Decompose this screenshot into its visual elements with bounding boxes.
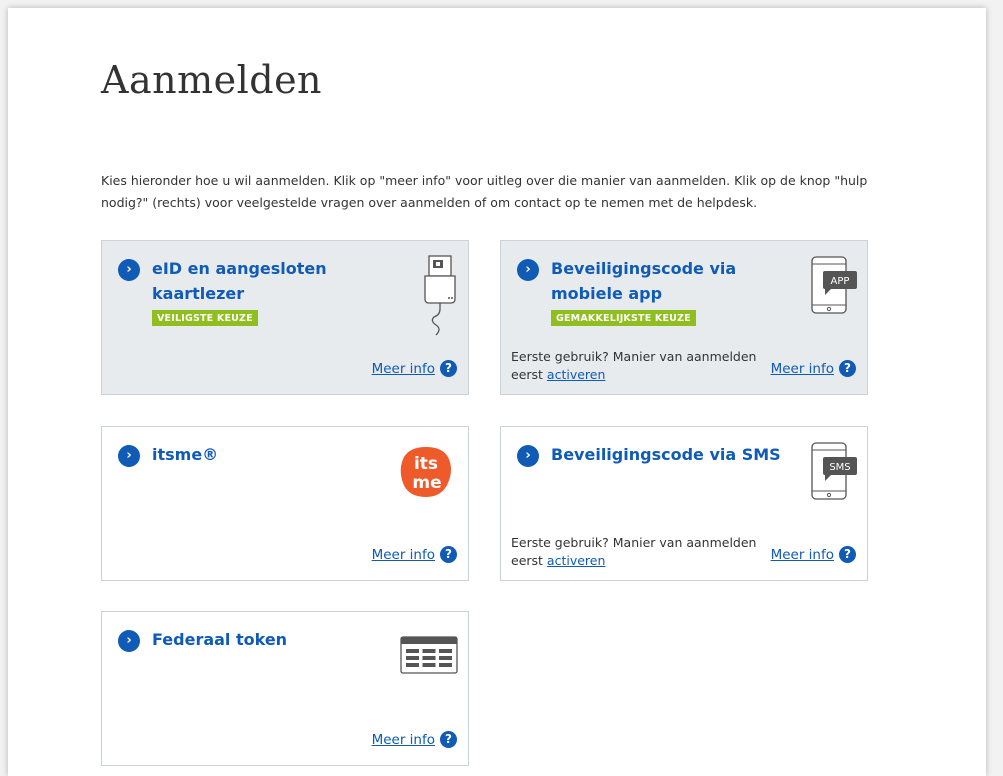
svg-text:APP: APP (831, 276, 850, 287)
safest-choice-badge: VEILIGSTE KEUZE (152, 310, 258, 326)
chevron-right-icon: › (517, 259, 539, 281)
easiest-choice-badge: GEMAKKELIJKSTE KEUZE (551, 310, 696, 326)
help-icon[interactable]: ? (440, 360, 457, 377)
chevron-right-icon: › (118, 259, 140, 281)
option-card-mobile-app[interactable]: › Beveiligingscode via mobiele app GEMAK… (500, 240, 868, 395)
option-label-token[interactable]: Federaal token (152, 627, 382, 652)
phone-sms-icon: SMS (811, 442, 857, 500)
page-title: Aanmelden (101, 58, 323, 102)
meer-info-link[interactable]: Meer info (771, 361, 834, 377)
help-icon[interactable]: ? (440, 546, 457, 563)
help-icon[interactable]: ? (839, 546, 856, 563)
option-card-itsme[interactable]: › itsme® its me Meer info? (101, 426, 469, 581)
meer-info-link[interactable]: Meer info (372, 361, 435, 377)
option-card-token[interactable]: › Federaal token Meer info? (101, 611, 469, 766)
help-icon[interactable]: ? (440, 731, 457, 748)
option-card-eid[interactable]: › eID en aangesloten kaartlezer VEILIGST… (101, 240, 469, 395)
meer-info-sms: Meer info? (771, 546, 856, 563)
card-reader-icon (424, 255, 456, 336)
option-label-sms[interactable]: Beveiligingscode via SMS (551, 442, 781, 467)
help-icon[interactable]: ? (839, 360, 856, 377)
option-card-sms[interactable]: › Beveiligingscode via SMS SMS Eerste ge… (500, 426, 868, 581)
chevron-right-icon: › (517, 445, 539, 467)
svg-text:its: its (414, 454, 438, 474)
svg-text:me: me (412, 473, 441, 493)
svg-text:SMS: SMS (829, 462, 850, 473)
token-card-icon (400, 636, 458, 674)
chevron-right-icon: › (118, 630, 140, 652)
phone-app-icon: APP (811, 256, 857, 314)
option-label-itsme[interactable]: itsme® (152, 442, 382, 467)
first-use-note-sms: Eerste gebruik? Manier van aanmelden eer… (511, 535, 757, 568)
activate-link[interactable]: activeren (547, 553, 605, 568)
meer-info-link[interactable]: Meer info (372, 732, 435, 748)
meer-info-link[interactable]: Meer info (771, 547, 834, 563)
first-use-note-mobile-app: Eerste gebruik? Manier van aanmelden eer… (511, 349, 757, 382)
meer-info-mobile-app: Meer info? (771, 360, 856, 377)
option-label-eid[interactable]: eID en aangesloten kaartlezer (152, 256, 382, 306)
activate-link[interactable]: activeren (547, 367, 605, 382)
meer-info-itsme: Meer info? (372, 546, 457, 563)
page-container: Aanmelden Kies hieronder hoe u wil aanme… (8, 8, 986, 776)
chevron-right-icon: › (118, 445, 140, 467)
meer-info-eid: Meer info? (372, 360, 457, 377)
meer-info-link[interactable]: Meer info (372, 547, 435, 563)
itsme-logo: its me (400, 447, 451, 497)
meer-info-token: Meer info? (372, 731, 457, 748)
option-label-mobile-app[interactable]: Beveiligingscode via mobiele app (551, 256, 781, 306)
intro-text: Kies hieronder hoe u wil aanmelden. Klik… (101, 173, 868, 210)
